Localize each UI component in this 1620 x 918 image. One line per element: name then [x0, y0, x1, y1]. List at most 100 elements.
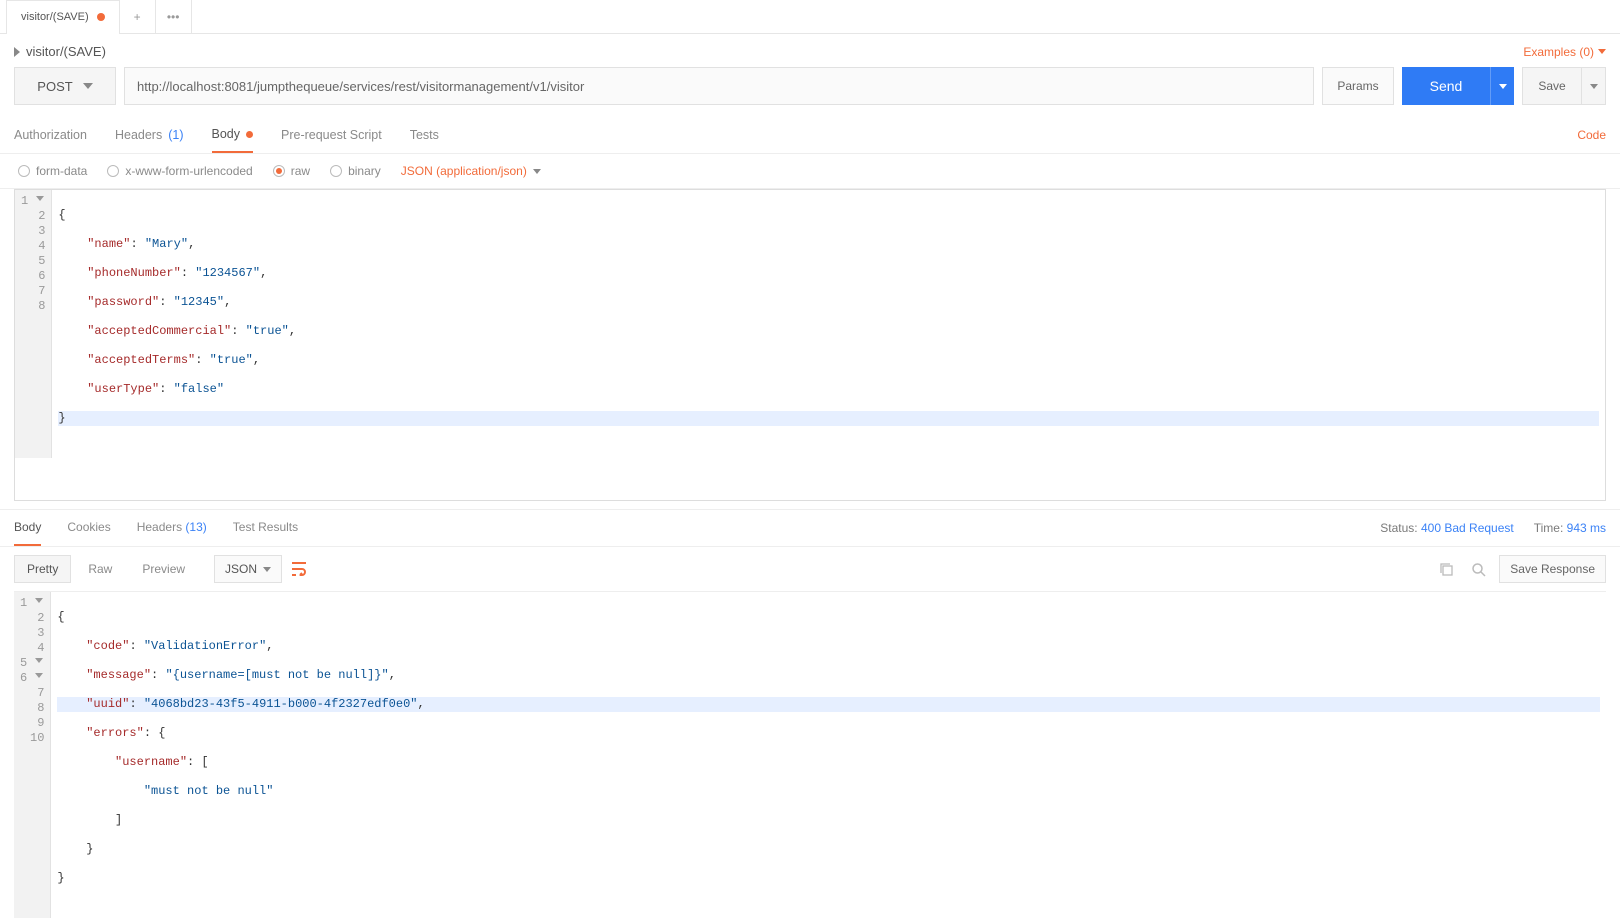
tab-authorization[interactable]: Authorization [14, 118, 87, 152]
tab-tests[interactable]: Tests [410, 118, 439, 152]
radio-form-data[interactable]: form-data [18, 164, 87, 178]
body-modified-icon [246, 131, 253, 138]
request-name: visitor/(SAVE) [26, 44, 106, 59]
code-link[interactable]: Code [1577, 118, 1606, 152]
tab-body[interactable]: Body [212, 117, 254, 153]
resp-headers-count: (13) [185, 520, 206, 534]
code-val: "12345" [174, 295, 224, 309]
code-line: ] [115, 813, 122, 827]
save-label: Save [1538, 79, 1565, 93]
chevron-down-icon [83, 83, 93, 89]
request-tabs: Authorization Headers (1) Body Pre-reque… [0, 117, 1620, 154]
body-type-row: form-data x-www-form-urlencoded raw bina… [0, 154, 1620, 189]
request-body-editor[interactable]: 1 2345678 { "name": "Mary", "phoneNumber… [14, 189, 1606, 501]
resp-tab-body[interactable]: Body [14, 510, 41, 546]
request-row: POST http://localhost:8081/jumpthequeue/… [0, 67, 1620, 117]
examples-dropdown[interactable]: Examples (0) [1523, 45, 1606, 59]
examples-label: Examples (0) [1523, 45, 1594, 59]
code-key: "uuid" [86, 697, 129, 711]
chevron-down-icon [533, 169, 541, 174]
code-line: } [58, 411, 65, 425]
code-val: "4068bd23-43f5-4911-b000-4f2327edf0e0" [144, 697, 418, 711]
resp-tab-test-results[interactable]: Test Results [233, 510, 298, 546]
code-val: "must not be null" [144, 784, 274, 798]
radio-form-data-label: form-data [36, 164, 87, 178]
tab-title: visitor/(SAVE) [21, 11, 89, 23]
code-val: "true" [246, 324, 289, 338]
radio-binary[interactable]: binary [330, 164, 381, 178]
code-val: "true" [210, 353, 253, 367]
resp-tab-cookies[interactable]: Cookies [67, 510, 110, 546]
resp-tab-headers-label: Headers [137, 520, 182, 534]
url-input[interactable]: http://localhost:8081/jumpthequeue/servi… [124, 67, 1314, 105]
code-key: "name" [87, 237, 130, 251]
code-val: "Mary" [145, 237, 188, 251]
new-tab-button[interactable]: + [120, 0, 156, 34]
tab-headers[interactable]: Headers (1) [115, 118, 184, 152]
send-button[interactable]: Send [1402, 67, 1490, 105]
code-key: "message" [86, 668, 151, 682]
method-select[interactable]: POST [14, 67, 116, 105]
tab-prerequest[interactable]: Pre-request Script [281, 118, 382, 152]
search-response-button[interactable] [1467, 558, 1489, 580]
save-group: Save [1522, 67, 1606, 105]
method-label: POST [37, 79, 72, 94]
content-type-select[interactable]: JSON (application/json) [401, 164, 541, 178]
code-key: "errors" [86, 726, 144, 740]
view-raw[interactable]: Raw [75, 555, 125, 583]
code-key: "code" [86, 639, 129, 653]
time-label: Time: [1534, 521, 1564, 535]
code-line: { [58, 208, 65, 222]
tab-prerequest-label: Pre-request Script [281, 128, 382, 142]
code-line: { [57, 610, 64, 624]
tab-authorization-label: Authorization [14, 128, 87, 142]
copy-response-button[interactable] [1435, 558, 1457, 580]
view-preview[interactable]: Preview [129, 555, 198, 583]
radio-binary-label: binary [348, 164, 381, 178]
format-select[interactable]: JSON [214, 555, 282, 583]
radio-urlencoded[interactable]: x-www-form-urlencoded [107, 164, 252, 178]
radio-raw[interactable]: raw [273, 164, 310, 178]
status-label: Status: [1380, 521, 1417, 535]
radio-raw-label: raw [291, 164, 310, 178]
tab-body-label: Body [212, 127, 241, 141]
send-dropdown[interactable] [1490, 67, 1514, 105]
view-preview-label: Preview [142, 562, 185, 576]
radio-urlencoded-label: x-www-form-urlencoded [125, 164, 252, 178]
save-button[interactable]: Save [1522, 67, 1582, 105]
chevron-down-icon [1590, 84, 1598, 89]
status-value: 400 Bad Request [1421, 521, 1514, 535]
params-button[interactable]: Params [1322, 67, 1394, 105]
code-content[interactable]: { "name": "Mary", "phoneNumber": "123456… [52, 190, 1605, 458]
response-meta: Status: 400 Bad Request Time: 943 ms [1380, 521, 1606, 535]
radio-icon [273, 165, 285, 177]
response-tabs: Body Cookies Headers (13) Test Results S… [0, 509, 1620, 547]
send-group: Send [1402, 67, 1514, 105]
request-title-row: visitor/(SAVE) Examples (0) [0, 34, 1620, 67]
unsaved-indicator-icon [97, 13, 105, 21]
content-type-label: JSON (application/json) [401, 164, 527, 178]
view-pretty[interactable]: Pretty [14, 555, 71, 583]
save-response-button[interactable]: Save Response [1499, 555, 1606, 583]
response-body-viewer[interactable]: 1 2345 6 78910 { "code": "ValidationErro… [14, 591, 1606, 918]
tab-visitor-save[interactable]: visitor/(SAVE) [6, 0, 120, 34]
tab-tests-label: Tests [410, 128, 439, 142]
code-val: "false" [174, 382, 224, 396]
code-content[interactable]: { "code": "ValidationError", "message": … [51, 592, 1606, 918]
line-gutter: 1 2345678 [15, 190, 52, 458]
request-title[interactable]: visitor/(SAVE) [14, 44, 106, 59]
chevron-down-icon [1499, 84, 1507, 89]
radio-icon [18, 165, 30, 177]
code-val: "{username=[must not be null]}" [165, 668, 388, 682]
code-key: "userType" [87, 382, 159, 396]
wrap-lines-button[interactable] [286, 556, 312, 582]
save-response-label: Save Response [1510, 562, 1595, 576]
save-dropdown[interactable] [1582, 67, 1606, 105]
resp-tab-headers[interactable]: Headers (13) [137, 510, 207, 546]
tab-overflow-button[interactable]: ••• [156, 0, 192, 34]
params-label: Params [1337, 79, 1378, 93]
send-label: Send [1430, 78, 1463, 94]
line-gutter: 1 2345 6 78910 [14, 592, 51, 918]
code-val: "1234567" [195, 266, 260, 280]
code-line: } [57, 871, 64, 885]
